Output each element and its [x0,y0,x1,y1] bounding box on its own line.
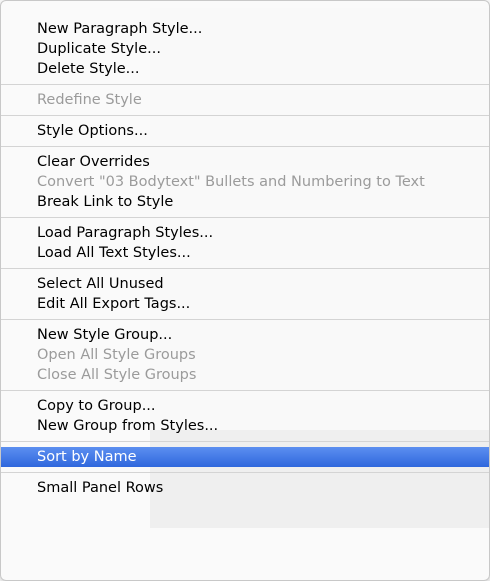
menu-group-overrides: Clear Overrides Convert "03 Bodytext" Bu… [1,152,489,212]
menu-group-redefine: Redefine Style [1,90,489,110]
menu-group-select: Select All Unused Edit All Export Tags..… [1,274,489,314]
menu-separator [1,84,489,85]
menu-item-close-all-style-groups: Close All Style Groups [37,367,197,383]
menu-item-small-panel-rows[interactable]: Small Panel Rows [1,478,489,498]
menu-item-style-options[interactable]: Style Options... [1,121,489,141]
menu-item-redefine-style: Redefine Style [37,92,142,108]
menu-item-new-group-from-styles[interactable]: New Group from Styles... [1,416,489,436]
menu-separator [1,319,489,320]
menu-separator [1,146,489,147]
menu-item-edit-all-export-tags[interactable]: Edit All Export Tags... [1,294,489,314]
menu-separator [1,217,489,218]
menu-group-grouping: Copy to Group... New Group from Styles..… [1,396,489,436]
menu-group-panel-rows: Small Panel Rows [1,478,489,498]
menu-item-new-paragraph-style[interactable]: New Paragraph Style... [1,19,489,39]
menu-item-clear-overrides[interactable]: Clear Overrides [1,152,489,172]
menu-item-break-link-to-style[interactable]: Break Link to Style [1,192,489,212]
menu-separator [1,472,489,473]
menu-separator [1,441,489,442]
paragraph-styles-panel-menu: New Paragraph Style... Duplicate Style..… [0,0,490,581]
menu-item-new-style-group[interactable]: New Style Group... [1,325,489,345]
menu-group-load: Load Paragraph Styles... Load All Text S… [1,223,489,263]
menu-item-duplicate-style[interactable]: Duplicate Style... [1,39,489,59]
menu-group-sort: Sort by Name [1,447,489,467]
menu-item-delete-style[interactable]: Delete Style... [1,59,489,79]
menu-item-open-all-style-groups: Open All Style Groups [37,347,196,363]
menu-item-select-all-unused[interactable]: Select All Unused [1,274,489,294]
menu-group-style-creation: New Paragraph Style... Duplicate Style..… [1,1,489,79]
menu-group-style-groups: New Style Group... Open All Style Groups… [1,325,489,385]
screen: New Paragraph Style... Duplicate Style..… [0,0,490,581]
menu-group-options: Style Options... [1,121,489,141]
menu-item-load-all-text-styles[interactable]: Load All Text Styles... [1,243,489,263]
menu-separator [1,268,489,269]
menu-item-sort-by-name[interactable]: Sort by Name [1,447,489,467]
menu-separator [1,390,489,391]
menu-item-load-paragraph-styles[interactable]: Load Paragraph Styles... [1,223,489,243]
menu-item-convert-bullets-to-text: Convert "03 Bodytext" Bullets and Number… [37,174,425,190]
menu-separator [1,115,489,116]
menu-item-copy-to-group[interactable]: Copy to Group... [1,396,489,416]
